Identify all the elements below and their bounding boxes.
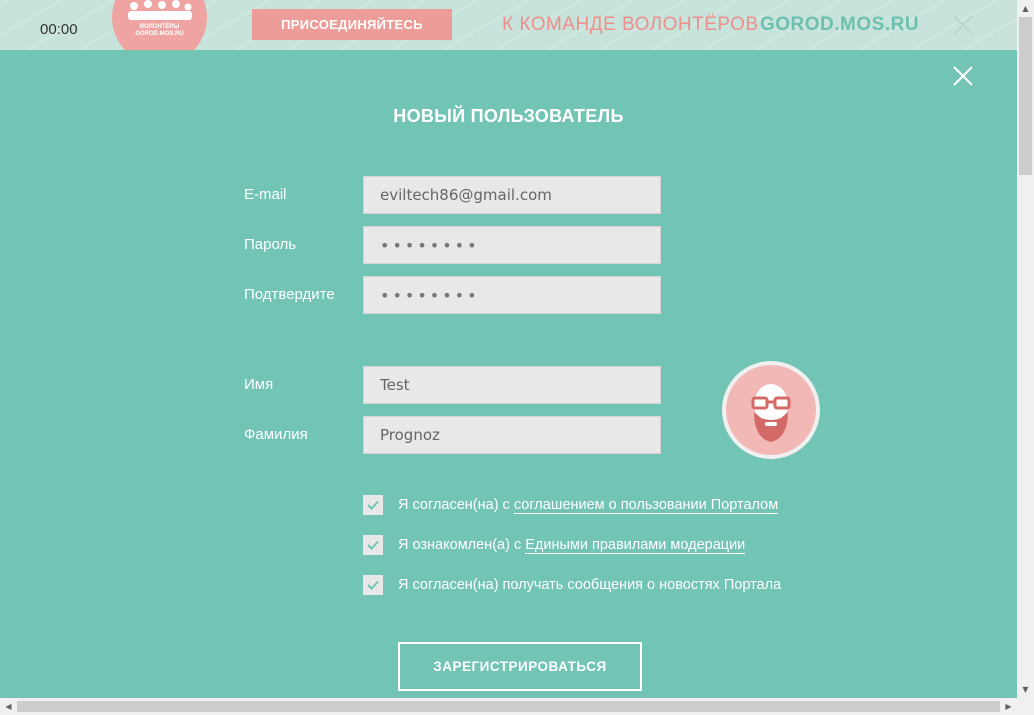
terms-prefix: Я согласен(на) с — [398, 497, 514, 513]
logo-text: ВОЛОНТЁРЫ GOROD.MOS.RU — [112, 24, 207, 38]
logo-line-1: ВОЛОНТЁРЫ — [139, 24, 180, 30]
logo-figures-icon — [128, 0, 192, 20]
scroll-right-arrow-icon[interactable]: ▶ — [1000, 698, 1017, 715]
scroll-down-arrow-icon[interactable]: ▼ — [1017, 681, 1034, 698]
moderation-rules-text: Я ознакомлен(а) с Едиными правилами моде… — [398, 537, 746, 554]
moderation-rules-prefix: Я ознакомлен(а) с — [398, 537, 526, 553]
checkmark-icon — [367, 540, 379, 550]
join-button[interactable]: ПРИСОЕДИНЯЙТЕСЬ — [252, 9, 452, 40]
checkmark-icon — [367, 500, 379, 510]
email-label: E-mail — [244, 186, 287, 203]
scrollbar-corner — [1017, 698, 1034, 715]
logo-line-2: GOROD.MOS.RU — [135, 31, 184, 37]
timer: 00:00 — [40, 21, 78, 38]
terms-agreement-row: Я согласен(на) с соглашением о пользован… — [363, 495, 779, 515]
register-button[interactable]: ЗАРЕГИСТРИРОВАТЬСЯ — [398, 642, 642, 691]
news-subscription-checkbox[interactable] — [363, 575, 383, 595]
last-name-field[interactable] — [363, 416, 661, 454]
news-subscription-text: Я согласен(на) получать сообщения о ново… — [398, 577, 782, 593]
modal-title: НОВЫЙ ПОЛЬЗОВАТЕЛЬ — [393, 106, 624, 126]
email-field[interactable] — [363, 176, 661, 214]
moderation-rules-row: Я ознакомлен(а) с Едиными правилами моде… — [363, 535, 746, 555]
modal-close-icon[interactable] — [952, 65, 974, 87]
news-subscription-row: Я согласен(на) получать сообщения о ново… — [363, 575, 781, 595]
site-link[interactable]: GOROD.MOS.RU — [760, 14, 919, 36]
team-text: К КОМАНДЕ ВОЛОНТЁРОВ — [502, 14, 759, 35]
terms-link[interactable]: соглашением о пользовании Порталом — [513, 497, 779, 514]
terms-text: Я согласен(на) с соглашением о пользован… — [398, 497, 779, 514]
moderation-rules-checkbox[interactable] — [363, 535, 383, 555]
horizontal-scroll-thumb[interactable] — [17, 701, 1000, 712]
password-label: Пароль — [244, 236, 297, 253]
confirm-password-label: Подтвердите — [244, 286, 335, 303]
scroll-up-arrow-icon[interactable]: ▲ — [1017, 0, 1034, 17]
confirm-password-field[interactable] — [363, 276, 661, 314]
avatar-icon[interactable] — [721, 360, 821, 460]
last-name-label: Фамилия — [244, 426, 308, 443]
vertical-scrollbar[interactable]: ▲ ▼ — [1017, 0, 1034, 698]
moderation-rules-link[interactable]: Едиными правилами модерации — [525, 537, 746, 554]
horizontal-scrollbar[interactable]: ◀ ▶ — [0, 698, 1017, 715]
first-name-label: Имя — [244, 376, 274, 393]
password-field[interactable] — [363, 226, 661, 264]
close-icon[interactable] — [952, 14, 974, 36]
first-name-field[interactable] — [363, 366, 661, 404]
checkmark-icon — [367, 580, 379, 590]
vertical-scroll-thumb[interactable] — [1019, 17, 1032, 175]
top-banner: 00:00 ВОЛОНТЁРЫ GOROD.MOS.RU ПРИСОЕДИНЯЙ… — [0, 0, 1017, 50]
scroll-left-arrow-icon[interactable]: ◀ — [0, 698, 17, 715]
terms-checkbox[interactable] — [363, 495, 383, 515]
volunteers-logo[interactable]: ВОЛОНТЁРЫ GOROD.MOS.RU — [112, 0, 207, 50]
